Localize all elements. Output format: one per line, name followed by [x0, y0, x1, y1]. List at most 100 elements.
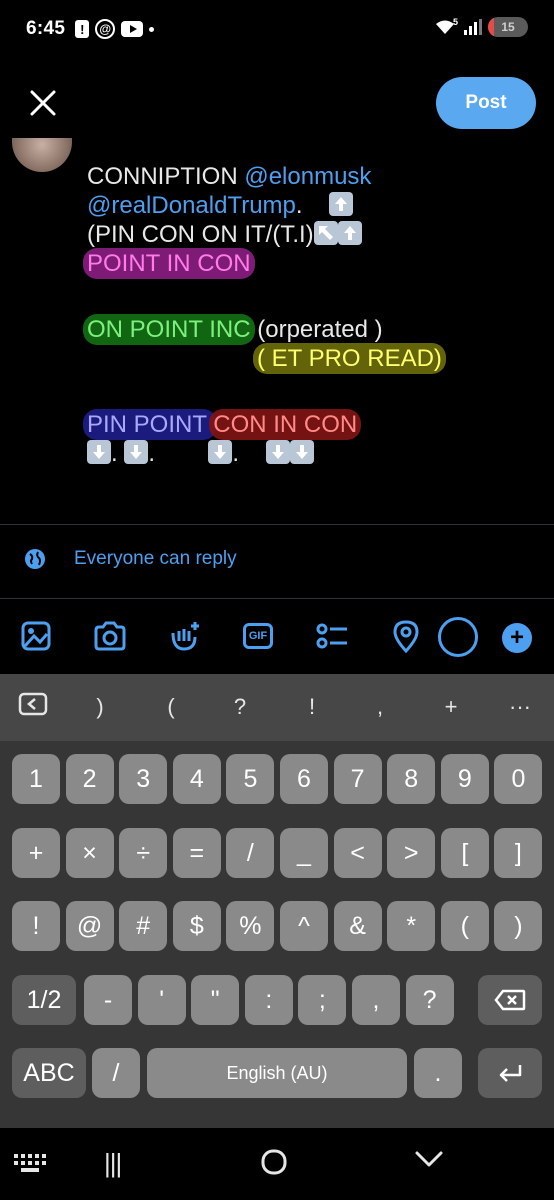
- image-button[interactable]: [18, 618, 54, 654]
- key[interactable]: (: [440, 901, 489, 951]
- grok-button[interactable]: [166, 618, 202, 654]
- tweet-line: (PIN CON ON IT/(T.I): [87, 220, 527, 249]
- mention[interactable]: @realDonaldTrump: [87, 192, 296, 219]
- back-button[interactable]: [414, 1148, 444, 1170]
- at-sign-icon: @: [95, 19, 116, 39]
- suggestion-key[interactable]: +: [436, 694, 466, 720]
- location-button[interactable]: [388, 618, 424, 654]
- key[interactable]: ×: [65, 828, 114, 878]
- camera-button[interactable]: [92, 618, 128, 654]
- key[interactable]: =: [172, 828, 221, 878]
- key[interactable]: >: [387, 828, 436, 878]
- down-arrow-emoji-icon: [208, 440, 233, 464]
- recents-button[interactable]: |||: [104, 1148, 122, 1179]
- close-icon: [30, 90, 56, 116]
- key[interactable]: 7: [333, 754, 382, 804]
- highlighted-text: PIN POINT: [83, 409, 218, 440]
- key[interactable]: ?: [405, 975, 454, 1025]
- key[interactable]: 6: [280, 754, 328, 804]
- space-key[interactable]: English (AU): [147, 1048, 407, 1098]
- shift-page-key[interactable]: 1/2: [12, 975, 76, 1025]
- tweet-text-area[interactable]: CONNIPTION @elonmusk @realDonaldTrump. (…: [83, 162, 527, 468]
- suggestion-key[interactable]: ,: [365, 694, 395, 720]
- mention[interactable]: @elonmusk: [244, 163, 371, 190]
- keyboard-button[interactable]: [12, 1152, 48, 1174]
- key[interactable]: /: [226, 828, 275, 878]
- key[interactable]: 4: [172, 754, 221, 804]
- key[interactable]: ,: [352, 975, 400, 1025]
- avatar[interactable]: [12, 138, 72, 172]
- suggestion-key[interactable]: ?: [225, 694, 255, 720]
- key[interactable]: 2: [65, 754, 114, 804]
- key[interactable]: ]: [494, 828, 543, 878]
- suggestion-key[interactable]: ): [85, 694, 115, 720]
- key[interactable]: :: [244, 975, 293, 1025]
- backspace-key[interactable]: [478, 975, 542, 1025]
- key[interactable]: *: [387, 901, 436, 951]
- key[interactable]: !: [12, 901, 60, 951]
- key[interactable]: #: [119, 901, 168, 951]
- key[interactable]: $: [172, 901, 221, 951]
- key[interactable]: -: [84, 975, 132, 1025]
- post-button[interactable]: Post: [436, 77, 536, 129]
- key[interactable]: 3: [119, 754, 168, 804]
- tweet-line: @realDonaldTrump.: [87, 191, 527, 220]
- tweet-line: ( ET PRO READ): [87, 343, 527, 374]
- down-arrow-emoji-icon: [289, 440, 314, 464]
- reply-setting-button[interactable]: Everyone can reply: [24, 548, 237, 570]
- key[interactable]: +: [12, 828, 60, 878]
- wifi-icon: [435, 20, 454, 34]
- key[interactable]: 1: [12, 754, 60, 804]
- keyboard-collapse-icon: [18, 692, 48, 716]
- up-arrow-emoji-icon: [337, 221, 362, 245]
- key[interactable]: ÷: [119, 828, 168, 878]
- key[interactable]: 5: [226, 754, 275, 804]
- up-left-arrow-emoji-icon: [313, 221, 338, 245]
- key[interactable]: ": [191, 975, 240, 1025]
- close-button[interactable]: [24, 84, 62, 122]
- tweet-line: . . .: [87, 439, 527, 468]
- notification-icons: ! @: [75, 19, 155, 39]
- battery-percent: 15: [501, 20, 515, 34]
- key[interactable]: %: [226, 901, 275, 951]
- suggestion-key[interactable]: !: [297, 694, 327, 720]
- keyboard: )(?!, + ··· 1 2 3 4 5 6 7 8 9 0 + × ÷ = / _ < >[]! @ # $% ^ & *()…: [0, 674, 554, 1128]
- highlighted-text: ON POINT INC: [83, 314, 255, 345]
- home-button[interactable]: [260, 1148, 288, 1176]
- gif-icon: GIF: [243, 623, 273, 649]
- suggestion-key[interactable]: (: [156, 694, 186, 720]
- key[interactable]: [: [440, 828, 489, 878]
- divider: [0, 598, 554, 599]
- highlighted-text: ( ET PRO READ): [253, 343, 446, 374]
- poll-button[interactable]: [314, 618, 350, 654]
- key[interactable]: ;: [298, 975, 347, 1025]
- tweet-text: .: [148, 440, 156, 467]
- tweet-text: .: [111, 440, 118, 467]
- keyboard-toggle-button[interactable]: [18, 692, 48, 722]
- tweet-line: PIN POINT CON IN CON: [83, 409, 527, 440]
- youtube-icon: [121, 21, 144, 37]
- key[interactable]: 8: [387, 754, 436, 804]
- slash-key[interactable]: /: [92, 1048, 140, 1098]
- reply-setting-label: Everyone can reply: [74, 548, 237, 569]
- down-arrow-emoji-icon: [87, 440, 111, 464]
- tweet-text: (PIN CON ON IT/(T.I): [87, 221, 314, 248]
- suggestion-key[interactable]: ···: [505, 694, 535, 720]
- key[interactable]: 9: [440, 754, 489, 804]
- key[interactable]: &: [333, 901, 382, 951]
- enter-icon: [499, 1065, 522, 1082]
- key[interactable]: _: [280, 828, 328, 878]
- key[interactable]: ': [137, 975, 186, 1025]
- gif-button[interactable]: GIF: [240, 618, 276, 654]
- key[interactable]: ): [494, 901, 543, 951]
- enter-key[interactable]: [478, 1048, 542, 1098]
- abc-key[interactable]: ABC: [12, 1048, 86, 1098]
- keyboard-icon: [14, 1154, 46, 1172]
- key[interactable]: @: [65, 901, 114, 951]
- key[interactable]: ^: [280, 901, 328, 951]
- key[interactable]: <: [333, 828, 382, 878]
- period-key[interactable]: .: [414, 1048, 462, 1098]
- divider: [0, 524, 554, 525]
- key[interactable]: 0: [494, 754, 543, 804]
- add-post-icon[interactable]: +: [502, 623, 532, 653]
